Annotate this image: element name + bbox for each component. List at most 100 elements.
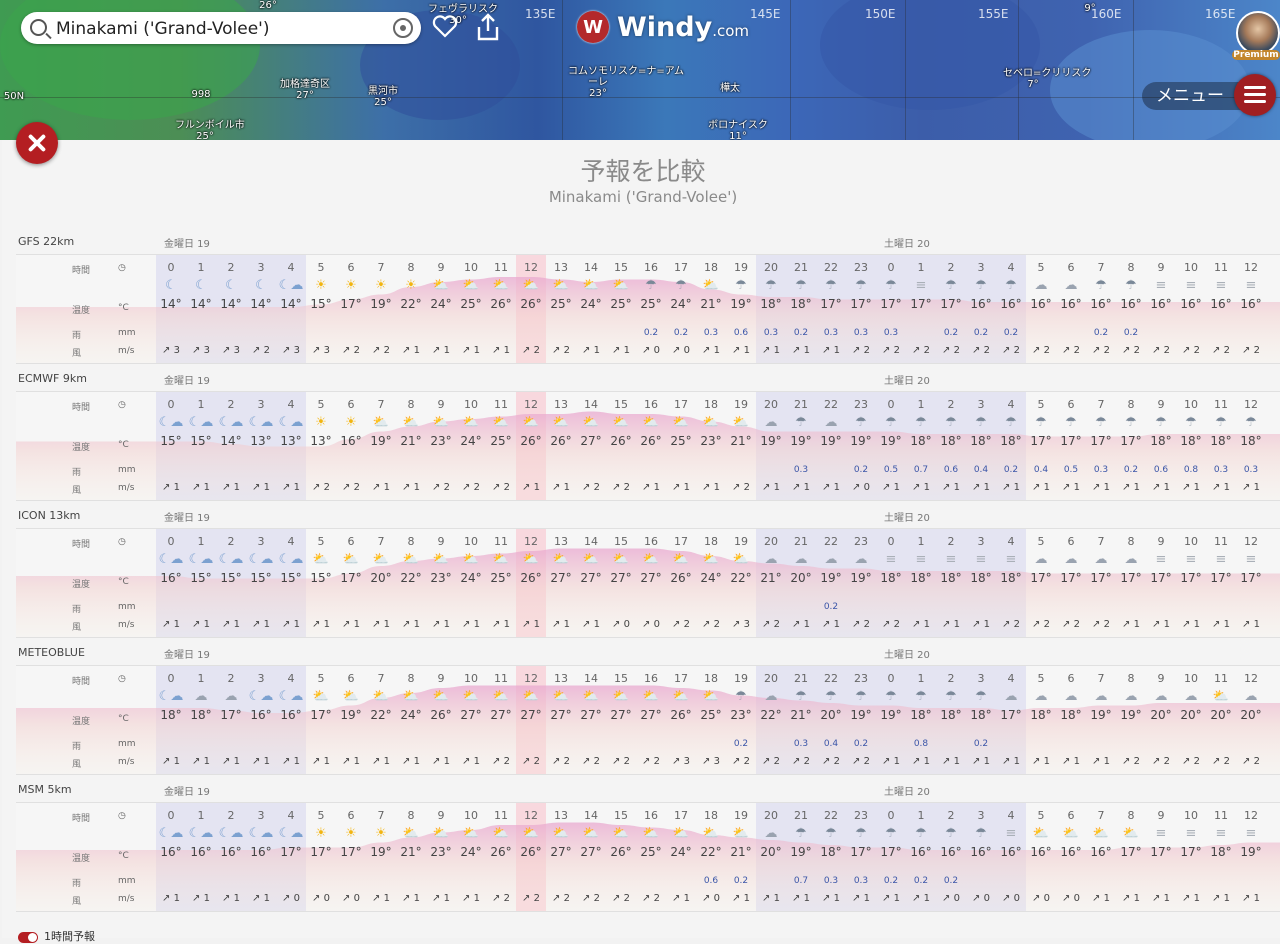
model-section[interactable]: METEOBLUE 金曜日 19 土曜日 20 時間 ◷ 温度 °C 雨 mm 風 m/s 0 ☾☁ 1… [16, 646, 1280, 785]
weather-map[interactable]: フェヴラリスク 30° 26° 加格達奇区 27° 黒河市 25° コムソモリスク=ナ=… [0, 0, 1280, 140]
location-icon[interactable] [393, 18, 413, 38]
wind-cell: ↗ 2 [612, 756, 630, 767]
model-section[interactable]: ICON 13km 金曜日 19 土曜日 20 時間 ◷ 温度 °C 雨 mm 風 m/s 0 ☾☁ 1… [16, 509, 1280, 648]
wind-cell: ↗ 1 [432, 345, 450, 356]
partly-cloudy-icon: ⛅ [522, 415, 540, 430]
wind-arrow-icon: ↗ [972, 482, 981, 493]
wind-cell: ↗ 2 [762, 756, 780, 767]
forecast-grid[interactable]: 時間 ◷ 温度 °C 雨 mm 風 m/s 0 ☾☁ 16° ↗ 1 1 ☾☁ 16° ↗ 1 2 ☾☁ 16° ↗ … [16, 802, 1280, 912]
wind-arrow-icon: ↗ [582, 482, 591, 493]
wind-cell: ↗ 1 [402, 482, 420, 493]
temperature-cell: 18° [910, 571, 932, 585]
hamburger-menu-button[interactable] [1234, 74, 1276, 116]
temperature-cell: 26° [520, 297, 542, 311]
wind-cell: ↗ 1 [852, 893, 870, 904]
model-name[interactable]: GFS 22km [18, 235, 74, 248]
search-input[interactable] [54, 17, 388, 41]
wind-cell: ↗ 1 [372, 893, 390, 904]
rain-cell: 0.3 [823, 328, 839, 338]
map-place-label: フルンボイル市 25° [175, 120, 245, 140]
hour-cell: 3 [977, 672, 985, 685]
wind-arrow-icon: ↗ [372, 345, 381, 356]
wind-cell: ↗ 2 [1002, 345, 1020, 356]
forecast-grid[interactable]: 時間 ◷ 温度 °C 雨 mm 風 m/s 0 ☾ 14° ↗ 3 1 ☾ 14° ↗ 3 2 ☾ 14° ↗ 3 3 ☾… [16, 254, 1280, 364]
model-section[interactable]: ECMWF 9km 金曜日 19 土曜日 20 時間 ◷ 温度 °C 雨 mm 風 m/s 0 ☾☁ 1… [16, 372, 1280, 511]
partly-cloudy-icon: ⛅ [402, 415, 420, 430]
temperature-cell: 25° [550, 297, 572, 311]
hour-cell: 9 [1157, 261, 1165, 274]
model-name[interactable]: METEOBLUE [18, 646, 85, 659]
wind-cell: ↗ 3 [672, 756, 690, 767]
temperature-cell: 26° [430, 708, 452, 722]
hour-cell: 19 [734, 535, 748, 548]
partly-cloudy-icon: ⛅ [522, 689, 540, 704]
temperature-cell: 16° [220, 845, 242, 859]
model-section[interactable]: GFS 22km 金曜日 19 土曜日 20 時間 ◷ 温度 °C 雨 mm 風 m/s 0 ☾ 14°… [16, 235, 1280, 374]
rain-icon: ☂ [855, 415, 867, 430]
partly-cloudy-icon: ⛅ [402, 552, 420, 567]
partly-cloudy-icon: ⛅ [402, 689, 420, 704]
forecast-grid[interactable]: 時間 ◷ 温度 °C 雨 mm 風 m/s 0 ☾☁ 15° ↗ 1 1 ☾☁ 15° ↗ 1 2 ☾☁ 14° ↗ … [16, 391, 1280, 501]
map-place-label: 加格達奇区 27° [280, 79, 330, 101]
temperature-cell: 26° [490, 845, 512, 859]
moon-cloud-icon: ☾☁ [188, 415, 214, 430]
temperature-cell: 23° [700, 434, 722, 448]
rain-icon: ☂ [795, 826, 807, 841]
hour-cell: 4 [287, 398, 295, 411]
close-button[interactable] [16, 122, 58, 164]
row-label-temp: 温度 °C [72, 303, 129, 316]
wind-arrow-icon: ↗ [1092, 893, 1101, 904]
model-name[interactable]: MSM 5km [18, 783, 72, 796]
temperature-cell: 19° [790, 845, 812, 859]
wind-cell: ↗ 2 [342, 482, 360, 493]
wind-cell: ↗ 1 [462, 619, 480, 630]
wind-cell: ↗ 1 [1182, 619, 1200, 630]
partly-cloudy-icon: ⛅ [702, 278, 720, 293]
wind-arrow-icon: ↗ [762, 893, 771, 904]
wind-arrow-icon: ↗ [522, 893, 531, 904]
wind-cell: ↗ 1 [432, 619, 450, 630]
model-section[interactable]: MSM 5km 金曜日 19 土曜日 20 時間 ◷ 温度 °C 雨 mm 風 m/s 0 ☾☁ 16°… [16, 783, 1280, 922]
map-place-label: 50N [3, 91, 25, 102]
cloud-icon: ☁ [1034, 278, 1048, 293]
temperature-cell: 17° [1150, 845, 1172, 859]
forecast-grid[interactable]: 時間 ◷ 温度 °C 雨 mm 風 m/s 0 ☾☁ 18° ↗ 1 1 ☁ 18° ↗ 1 2 ☁ 17° ↗ 13… [16, 665, 1280, 775]
search-box[interactable] [21, 12, 421, 44]
partly-cloudy-icon: ⛅ [612, 278, 630, 293]
wind-arrow-icon: ↗ [402, 893, 411, 904]
rain-cell: 0.4 [823, 739, 839, 749]
wind-cell: ↗ 0 [342, 893, 360, 904]
wind-cell: ↗ 1 [822, 893, 840, 904]
heart-icon[interactable] [432, 14, 458, 45]
model-name[interactable]: ECMWF 9km [18, 372, 87, 385]
cloud-icon: ☁ [1244, 689, 1258, 704]
temperature-cell: 16° [1150, 297, 1172, 311]
temperature-cell: 17° [1210, 571, 1232, 585]
wind-cell: ↗ 1 [1092, 756, 1110, 767]
wind-arrow-icon: ↗ [582, 756, 591, 767]
page-subtitle: Minakami ('Grand-Volee') [548, 188, 738, 206]
share-icon[interactable] [475, 12, 501, 49]
sun-icon: ☀ [405, 278, 417, 293]
hour-cell: 11 [494, 809, 508, 822]
temperature-cell: 24° [670, 297, 692, 311]
map-place-label: セベロ=クリリスク 7° [1003, 68, 1092, 90]
partly-cloudy-icon: ⛅ [672, 689, 690, 704]
avatar[interactable] [1236, 11, 1280, 55]
windy-logo[interactable]: W Windy.com [577, 10, 749, 44]
hour-cell: 19 [734, 672, 748, 685]
partly-cloudy-icon: ⛅ [432, 826, 450, 841]
map-longitude-label: 165E [1205, 7, 1236, 21]
hour-cell: 10 [1184, 535, 1198, 548]
day-label: 金曜日 19 [164, 239, 210, 250]
forecast-grid[interactable]: 時間 ◷ 温度 °C 雨 mm 風 m/s 0 ☾☁ 16° ↗ 1 1 ☾☁ 15° ↗ 1 2 ☾☁ 15° ↗ … [16, 528, 1280, 638]
wind-cell: ↗ 2 [1122, 345, 1140, 356]
model-name[interactable]: ICON 13km [18, 509, 80, 522]
wind-cell: ↗ 2 [1152, 756, 1170, 767]
hour-cell: 11 [494, 398, 508, 411]
temperature-cell: 21° [400, 434, 422, 448]
wind-cell: ↗ 1 [942, 619, 960, 630]
hour-cell: 8 [407, 261, 415, 274]
toggle-switch[interactable] [18, 931, 38, 943]
hourly-forecast-toggle[interactable]: 1時間予報 [18, 928, 95, 944]
